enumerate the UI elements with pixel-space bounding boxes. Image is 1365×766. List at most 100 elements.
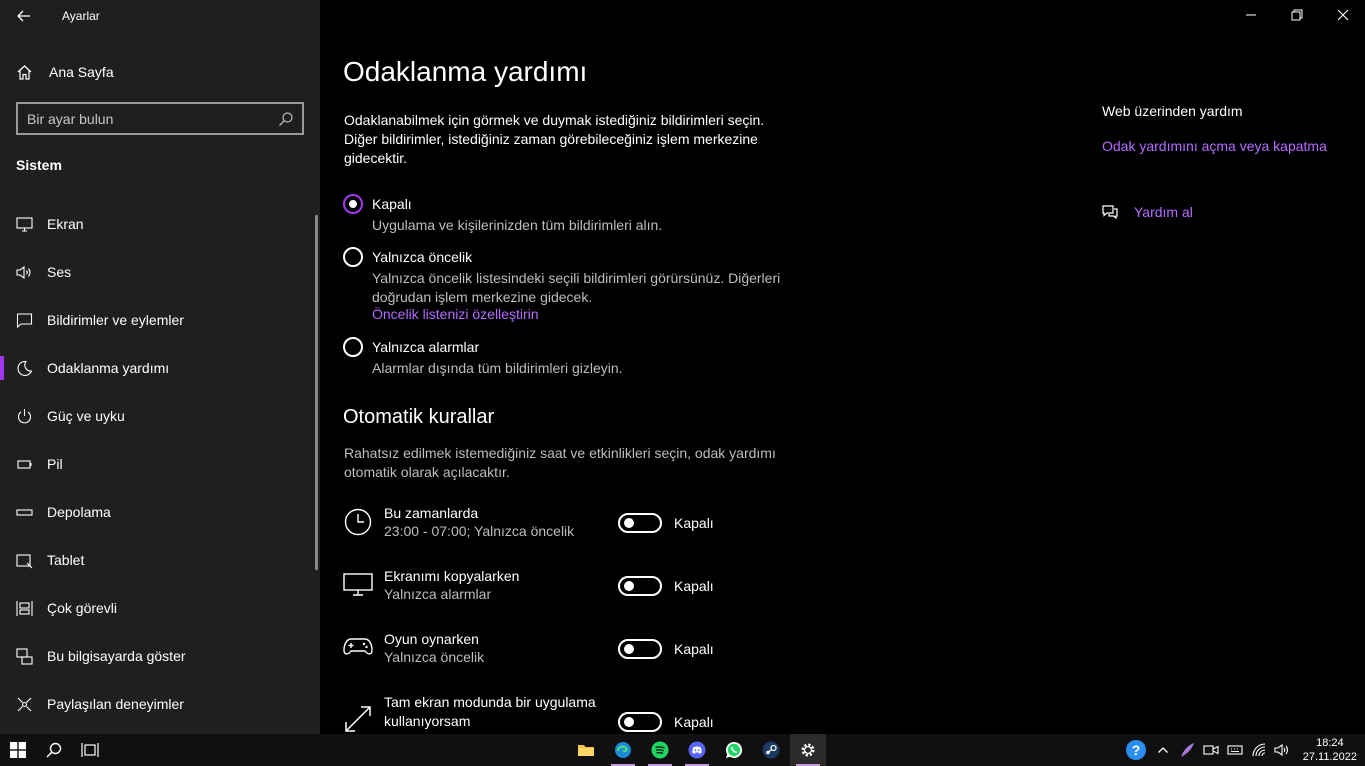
help-link[interactable]: Odak yardımını açma veya kapatma: [1102, 138, 1327, 154]
clock-icon: [344, 508, 372, 536]
shared-icon: [17, 697, 32, 712]
option-title: Yalnızca öncelik: [372, 249, 473, 265]
intro-text: Odaklanabilmek için görmek ve duymak ist…: [344, 112, 765, 166]
chevron-up-icon: [1158, 747, 1168, 753]
rule-toggle[interactable]: [618, 576, 662, 596]
sidebar-item-bildirimler[interactable]: Bildirimler ve eylemler: [0, 298, 316, 342]
home-icon: [17, 64, 32, 80]
taskbar-steam[interactable]: [753, 734, 789, 766]
task-view-button[interactable]: [72, 734, 108, 766]
radio-priority-only[interactable]: [343, 247, 363, 267]
taskbar-edge[interactable]: [605, 734, 641, 766]
edge-icon: [615, 742, 631, 758]
multitask-icon: [16, 601, 33, 616]
rule-playing-game[interactable]: Oyun oynarken Yalnızca öncelik Kapalı: [343, 630, 743, 680]
rule-toggle-state: Kapalı: [674, 641, 714, 657]
rule-title: Bu zamanlarda: [384, 505, 479, 521]
discord-icon: [688, 741, 706, 759]
steam-icon: [762, 741, 780, 759]
sidebar-item-cok-gorevli[interactable]: Çok görevli: [0, 586, 316, 630]
taskbar-file-explorer[interactable]: [568, 734, 604, 766]
sidebar-item-tablet[interactable]: Tablet: [0, 538, 316, 582]
sidebar-item-pil[interactable]: Pil: [0, 442, 316, 486]
rule-subtitle: 23:00 - 07:00; Yalnızca öncelik: [384, 523, 575, 539]
gear-icon: [801, 743, 815, 757]
radio-alarms-only[interactable]: [343, 337, 363, 357]
page-title: Odaklanma yardımı: [343, 56, 588, 87]
monitor-icon: [343, 573, 373, 596]
clock-time: 18:24: [1316, 737, 1344, 749]
rule-toggle[interactable]: [618, 639, 662, 659]
chat-help-icon: [1102, 205, 1118, 220]
taskbar-whatsapp[interactable]: [716, 734, 752, 766]
search-icon[interactable]: [278, 111, 294, 127]
app-title: Ayarlar: [62, 9, 100, 23]
tray-meet[interactable]: [1200, 734, 1222, 766]
spotify-icon: [651, 741, 669, 759]
power-icon: [17, 409, 32, 424]
rule-toggle-state: Kapalı: [674, 578, 714, 594]
start-button[interactable]: [0, 734, 36, 766]
close-icon: [1337, 9, 1349, 21]
radio-off[interactable]: [343, 194, 363, 214]
restore-button[interactable]: [1274, 0, 1320, 30]
taskbar-discord[interactable]: [679, 734, 715, 766]
taskbar-search-button[interactable]: [36, 734, 72, 766]
sidebar-item-label: Tablet: [47, 552, 85, 568]
minimize-button[interactable]: [1228, 0, 1274, 30]
tray-show-hidden[interactable]: [1153, 734, 1173, 766]
sidebar-item-ses[interactable]: Ses: [0, 250, 316, 294]
search-input[interactable]: [27, 109, 267, 129]
rule-toggle[interactable]: [618, 712, 662, 732]
tray-input[interactable]: [1224, 734, 1246, 766]
option-desc: Yalnızca öncelik listesindeki seçili bil…: [372, 270, 781, 305]
sidebar-item-depolama[interactable]: Depolama: [0, 490, 316, 534]
back-button[interactable]: [14, 6, 34, 26]
sidebar-item-paylasilan[interactable]: Paylaşılan deneyimler: [0, 682, 316, 726]
search-box[interactable]: [16, 102, 304, 135]
rule-duplicating-display[interactable]: Ekranımı kopyalarken Yalnızca alarmlar K…: [343, 567, 743, 617]
home-label: Ana Sayfa: [49, 64, 114, 80]
taskbar: ? 18:24 27.11.2022: [0, 734, 1365, 766]
restore-icon: [1291, 9, 1303, 21]
taskbar-settings[interactable]: [790, 734, 826, 766]
sidebar-item-label: Bildirimler ve eylemler: [47, 312, 184, 328]
taskbar-clock[interactable]: 18:24 27.11.2022: [1303, 736, 1357, 764]
sidebar-scrollbar[interactable]: [315, 215, 318, 570]
message-icon: [16, 313, 33, 329]
sidebar-item-label: Odaklanma yardımı: [47, 360, 170, 376]
sidebar-item-bilgisayarda-goster[interactable]: Bu bilgisayarda göster: [0, 634, 316, 678]
sidebar-item-guc[interactable]: Güç ve uyku: [0, 394, 316, 438]
task-view-icon: [81, 743, 99, 757]
sidebar-item-label: Paylaşılan deneyimler: [47, 696, 184, 712]
tray-volume[interactable]: [1271, 734, 1293, 766]
taskbar-spotify[interactable]: [642, 734, 678, 766]
sidebar-item-label: Ekran: [47, 216, 84, 232]
rule-title: Tam ekran modunda bir uygulama kullanıyo…: [384, 694, 596, 729]
project-icon: [16, 648, 33, 665]
rule-subtitle: Yalnızca öncelik: [384, 649, 485, 665]
close-button[interactable]: [1320, 0, 1365, 30]
sidebar-item-ekran[interactable]: Ekran: [0, 202, 316, 246]
tray-help[interactable]: ?: [1124, 734, 1148, 766]
tray-network[interactable]: [1248, 734, 1270, 766]
windows-icon: [10, 742, 26, 758]
option-title: Yalnızca alarmlar: [372, 339, 480, 355]
rule-toggle[interactable]: [618, 513, 662, 533]
rule-title: Ekranımı kopyalarken: [384, 568, 520, 584]
tablet-icon: [16, 554, 33, 569]
rule-toggle-state: Kapalı: [674, 714, 714, 730]
customize-priority-link[interactable]: Öncelik listenizi özelleştirin: [372, 306, 539, 322]
auto-rules-desc: Rahatsız edilmek istemediğiniz saat ve e…: [344, 445, 776, 480]
sidebar-item-odaklanma[interactable]: Odaklanma yardımı: [0, 346, 316, 390]
get-help-link[interactable]: Yardım al: [1101, 203, 1193, 221]
sidebar-item-label: Çok görevli: [47, 600, 118, 616]
svg-text:?: ?: [1132, 742, 1141, 758]
rule-fullscreen-app[interactable]: Tam ekran modunda bir uygulama kullanıyo…: [343, 693, 743, 734]
home-link[interactable]: Ana Sayfa: [16, 62, 114, 82]
tray-pen[interactable]: [1176, 734, 1198, 766]
option-title: Kapalı: [372, 196, 412, 212]
rule-during-times[interactable]: Bu zamanlarda 23:00 - 07:00; Yalnızca ön…: [343, 504, 743, 554]
sidebar-item-label: Ses: [47, 264, 72, 280]
auto-rules-heading: Otomatik kurallar: [343, 406, 495, 428]
